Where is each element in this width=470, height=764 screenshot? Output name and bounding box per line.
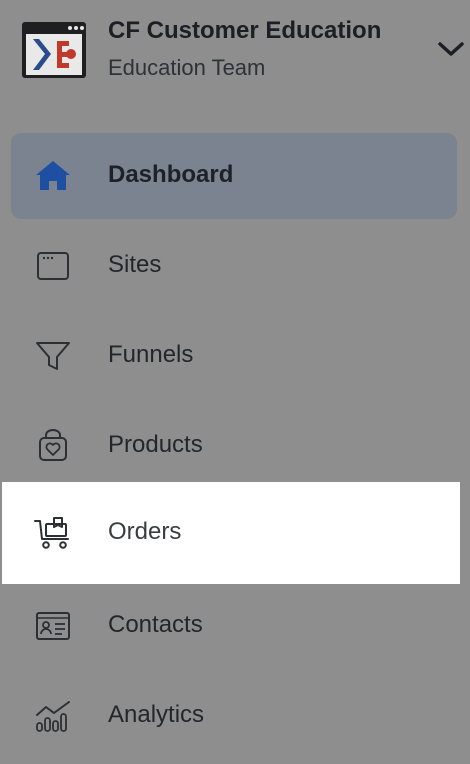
nav-item-contacts[interactable]: Contacts bbox=[11, 583, 457, 669]
nav-label-contacts: Contacts bbox=[108, 611, 203, 638]
cart-icon bbox=[34, 517, 69, 549]
home-icon bbox=[36, 161, 70, 190]
contact-card-icon bbox=[36, 612, 70, 640]
org-name: CF Customer Education bbox=[108, 17, 382, 44]
nav-item-analytics[interactable]: Analytics bbox=[11, 673, 457, 759]
team-name: Education Team bbox=[108, 55, 266, 80]
nav-item-sites[interactable]: Sites bbox=[11, 223, 457, 309]
funnel-icon bbox=[36, 342, 70, 370]
nav-label-products: Products bbox=[108, 431, 203, 458]
analytics-icon bbox=[36, 701, 70, 732]
nav-label-orders: Orders bbox=[108, 518, 182, 545]
nav-item-dashboard[interactable]: Dashboard bbox=[11, 133, 457, 219]
browser-window-icon bbox=[37, 252, 69, 280]
nav-item-products[interactable]: Products bbox=[11, 403, 457, 489]
chevron-down-icon[interactable] bbox=[437, 38, 465, 60]
nav-item-funnels[interactable]: Funnels bbox=[11, 313, 457, 399]
nav-item-orders[interactable]: Orders bbox=[2, 482, 460, 584]
nav-label-analytics: Analytics bbox=[108, 701, 205, 728]
nav-label-funnels: Funnels bbox=[108, 341, 194, 368]
clickfunnels-logo-icon bbox=[22, 22, 86, 78]
nav-label-dashboard: Dashboard bbox=[108, 161, 234, 188]
workspace-header[interactable]: CF Customer Education Education Team bbox=[0, 0, 470, 110]
nav-label-sites: Sites bbox=[108, 251, 162, 278]
product-bag-icon bbox=[39, 429, 67, 461]
